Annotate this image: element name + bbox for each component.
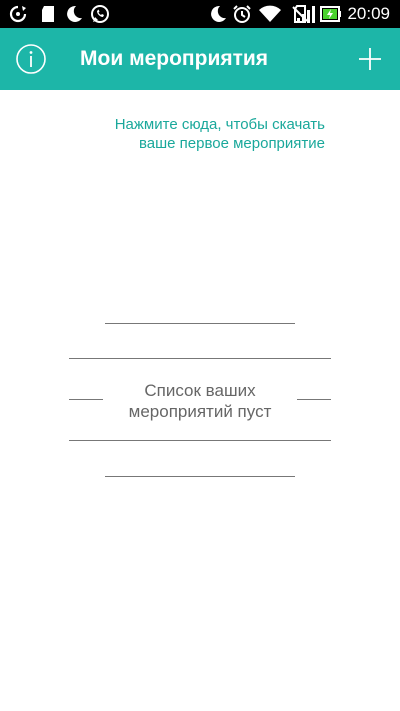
battery-charging-icon: [320, 6, 341, 22]
signal-icon: [297, 6, 315, 23]
sync-icon: [9, 5, 27, 23]
info-icon[interactable]: [14, 42, 48, 76]
status-bar: 20:09: [0, 0, 400, 28]
divider-line: [105, 476, 295, 477]
whatsapp-icon: [91, 5, 109, 23]
empty-line-2: мероприятий пуст: [128, 402, 272, 421]
empty-list-message: Список ваших мероприятий пуст: [110, 380, 290, 422]
plus-icon[interactable]: [354, 43, 386, 75]
empty-line-1: Список ваших: [144, 381, 256, 400]
moon-icon: [67, 5, 82, 22]
moon-icon: [211, 5, 226, 22]
divider-line: [297, 399, 331, 400]
sd-card-icon: [42, 6, 54, 22]
clock: 20:09: [347, 4, 390, 23]
alarm-icon: [233, 5, 251, 23]
app-bar: Мои мероприятия: [0, 28, 400, 90]
divider-line: [69, 399, 103, 400]
page-title: Мои мероприятия: [80, 47, 269, 70]
hint-line-1: Нажмите сюда, чтобы скачать: [114, 116, 325, 133]
hint-line-2: ваше первое мероприятие: [138, 135, 325, 152]
divider-line: [69, 440, 331, 441]
wifi-icon: [259, 5, 281, 22]
divider-line: [69, 358, 331, 359]
divider-line: [105, 323, 295, 324]
download-first-event-link[interactable]: Нажмите сюда, чтобы скачать ваше первое …: [45, 115, 325, 153]
